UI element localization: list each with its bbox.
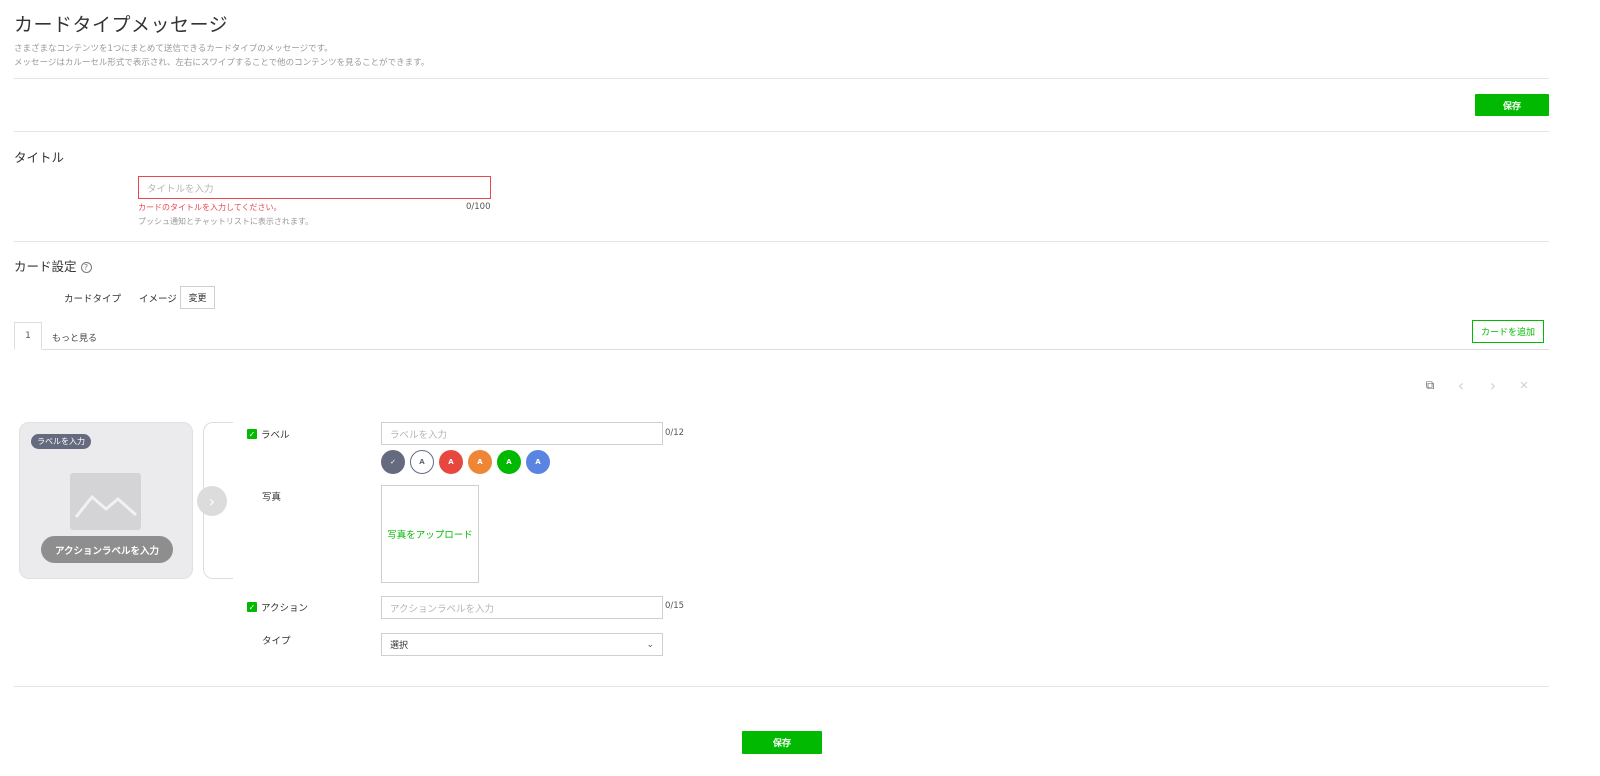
title-input-placeholder: タイトルを入力 (147, 183, 214, 195)
tab-bar-line (14, 349, 1549, 350)
page-title: カードタイプメッセージ (14, 14, 229, 36)
label-char-counter: 0/12 (665, 428, 685, 438)
chevron-down-icon: ⌄ (646, 639, 654, 650)
chevron-left-icon[interactable]: ‹ (1453, 376, 1469, 395)
tab-card-1[interactable]: 1 (14, 322, 42, 350)
title-char-counter: 0/100 (466, 202, 491, 212)
action-char-counter: 0/15 (665, 601, 685, 611)
divider (14, 241, 1549, 242)
divider (14, 131, 1549, 132)
type-select-value: 選択 (390, 641, 409, 651)
action-label-input[interactable]: アクションラベルを入力 (381, 596, 663, 619)
divider (14, 686, 1549, 687)
type-field-label: タイプ (262, 636, 291, 647)
swatch-green[interactable]: A (497, 450, 521, 474)
preview-action-button: アクションラベルを入力 (41, 536, 173, 563)
swatch-blue[interactable]: A (526, 450, 550, 474)
action-field-label: ✓ アクション (247, 600, 308, 614)
save-button-top[interactable]: 保存 (1475, 94, 1549, 116)
label-field-label: ✓ ラベル (247, 427, 290, 441)
label-input-placeholder: ラベルを入力 (390, 429, 448, 441)
help-icon[interactable]: ? (80, 262, 92, 273)
swatch-white[interactable]: A (410, 450, 434, 474)
action-field-text: アクション (261, 603, 309, 614)
checkbox-checked-icon[interactable]: ✓ (247, 602, 257, 612)
title-input[interactable]: タイトルを入力 (138, 176, 491, 199)
swatch-orange[interactable]: A (468, 450, 492, 474)
card-settings-heading-text: カード設定 (14, 259, 77, 274)
add-card-button[interactable]: カードを追加 (1472, 320, 1544, 343)
copy-icon[interactable]: ⧉ (1422, 377, 1438, 393)
label-input[interactable]: ラベルを入力 (381, 422, 663, 445)
tab-more[interactable]: もっと見る (52, 331, 97, 344)
label-field-text: ラベル (261, 430, 290, 441)
image-placeholder-icon (70, 473, 141, 530)
preview-label-badge: ラベルを入力 (31, 434, 91, 449)
checkbox-checked-icon[interactable]: ✓ (247, 429, 257, 439)
card-type-label: カードタイプ (64, 294, 122, 305)
close-icon[interactable]: ✕ (1516, 377, 1532, 393)
page-description-line-2: メッセージはカルーセル形式で表示され、左右にスワイプすることで他のコンテンツを見… (14, 58, 430, 68)
title-error-message: カードのタイトルを入力してください。 (138, 203, 282, 212)
preview-next-arrow-icon[interactable]: › (197, 486, 227, 516)
photo-upload-area[interactable]: 写真をアップロード (381, 485, 479, 583)
action-input-placeholder: アクションラベルを入力 (390, 603, 495, 615)
title-hint: プッシュ通知とチャットリストに表示されます。 (138, 217, 314, 226)
swatch-red[interactable]: A (439, 450, 463, 474)
card-type-value: イメージ (139, 294, 177, 305)
swatch-selected-gray[interactable]: ✓ (381, 450, 405, 474)
photo-field-label: 写真 (262, 492, 282, 503)
chevron-right-icon[interactable]: › (1485, 376, 1501, 395)
title-section-heading: タイトル (14, 150, 65, 165)
card-settings-heading: カード設定? (14, 256, 92, 275)
save-button-bottom[interactable]: 保存 (742, 731, 822, 754)
page-description-line-1: さまざまなコンテンツを1つにまとめて送信できるカードタイプのメッセージです。 (14, 44, 333, 54)
divider (14, 78, 1549, 79)
change-card-type-button[interactable]: 変更 (180, 286, 215, 309)
type-select[interactable]: 選択 ⌄ (381, 633, 663, 656)
